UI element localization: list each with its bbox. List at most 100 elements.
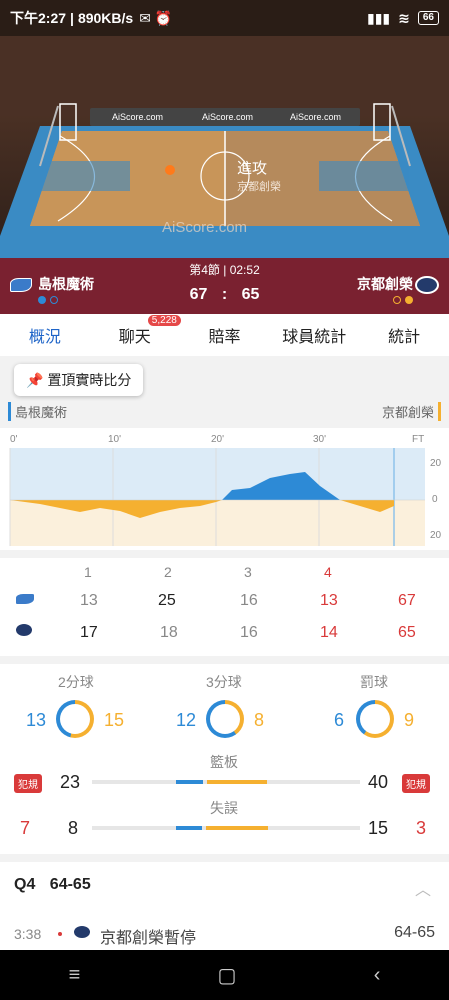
- turnovers-bar-away: [206, 826, 268, 830]
- tab-player-stats[interactable]: 球員統計: [269, 323, 359, 347]
- collapse-icon[interactable]: ︿: [415, 876, 431, 900]
- three-pt-ring: [206, 700, 244, 738]
- back-icon[interactable]: ‹: [374, 964, 381, 987]
- rebounds-home: 23: [60, 772, 81, 792]
- event-dot: [58, 932, 62, 936]
- momentum-chart: 0' 10' 20' 30' FT 20 0 20: [0, 428, 449, 550]
- away-logo-small: [16, 624, 32, 636]
- court-watermark: AiScore.com: [162, 219, 247, 236]
- tick-ft: FT: [412, 434, 424, 445]
- home-icon[interactable]: ▢: [218, 963, 237, 988]
- banner-2: AiScore.com: [202, 112, 253, 122]
- two-pt-away: 15: [104, 710, 125, 730]
- y-label-mid: 0: [432, 494, 438, 505]
- home-total: 67: [398, 592, 416, 609]
- home-foul-badge: 犯規: [14, 774, 42, 793]
- q-header-1: 1: [84, 564, 92, 580]
- rebounds-bar-away: [207, 780, 267, 784]
- pin-live-score-button[interactable]: 📌 置頂實時比分: [14, 364, 144, 396]
- away-foul-badge: 犯規: [402, 774, 430, 793]
- status-time: 下午2:27: [10, 10, 67, 26]
- system-nav-bar: ≡ ▢ ‹: [0, 950, 449, 1000]
- notification-icon: ✉ ⏰: [139, 9, 173, 26]
- y-label-top: 20: [430, 458, 442, 469]
- rebounds-bar-home: [176, 780, 203, 784]
- turnovers-away: 15: [368, 818, 389, 838]
- quarter-label: Q4: [14, 876, 36, 893]
- tab-bar: 概況 聊天 5,228 賠率 球員統計 統計: [0, 314, 449, 359]
- away-q1: 17: [80, 624, 98, 641]
- tick-30: 30': [313, 434, 326, 445]
- away-score: 65: [241, 286, 260, 303]
- banner-3: AiScore.com: [290, 112, 341, 122]
- turnovers-home: 8: [68, 818, 79, 838]
- tab-overview[interactable]: 概況: [0, 323, 90, 359]
- signal-icon: ▮▮▮: [367, 9, 391, 26]
- away-q3: 16: [240, 624, 258, 641]
- wifi-icon: ≋: [398, 9, 410, 26]
- home-fouls-count: 7: [20, 818, 31, 838]
- quarter-score: 64-65: [49, 876, 91, 893]
- tab-odds[interactable]: 賠率: [180, 323, 270, 347]
- two-pt-home: 13: [26, 710, 47, 730]
- chat-count-badge: 5,228: [147, 315, 181, 326]
- home-q1: 13: [80, 592, 98, 609]
- pin-icon: 📌: [26, 371, 44, 388]
- two-pt-ring: [56, 700, 94, 738]
- tick-10: 10': [108, 434, 121, 445]
- free-throw-label: 罰球: [360, 674, 388, 690]
- away-q2: 18: [160, 624, 178, 641]
- quarter-header[interactable]: Q4 64-65: [14, 876, 91, 894]
- home-legend: 島根魔術: [8, 402, 67, 421]
- court-graphic: AiScore.com AiScore.com AiScore.com AiSc…: [0, 36, 449, 258]
- tick-0: 0': [10, 434, 18, 445]
- score-separator: :: [221, 286, 228, 303]
- team-legend: 島根魔術 京都創榮: [0, 402, 449, 424]
- away-team-name: 京都創榮: [357, 276, 413, 292]
- home-q4: 13: [320, 592, 338, 609]
- rebounds-label: 籃板: [210, 754, 238, 770]
- menu-icon[interactable]: ≡: [69, 964, 81, 987]
- tab-chat-label: 聊天: [118, 329, 151, 346]
- free-throw-ring: [356, 700, 394, 738]
- quarter-scores: 1 2 3 4 13 25 16 13 67 17 18 16 14 65: [0, 558, 449, 656]
- home-score: 67: [189, 286, 208, 303]
- momentum-svg: 0' 10' 20' 30' FT 20 0 20: [9, 434, 442, 546]
- turnovers-bar-home: [176, 826, 202, 830]
- tick-20: 20': [211, 434, 224, 445]
- pin-row: 📌 置頂實時比分: [0, 356, 449, 402]
- turnovers-label: 失誤: [210, 800, 238, 816]
- timeout-dot: [393, 296, 401, 304]
- event-time: 3:38: [14, 926, 42, 942]
- status-bar: 下午2:27 | 890KB/s ✉ ⏰ ▮▮▮ ≋ 66: [0, 0, 449, 36]
- free-throw-home: 6: [334, 710, 345, 730]
- three-pt-away: 8: [254, 710, 265, 730]
- away-team-logo: [415, 276, 439, 294]
- network-speed: 890KB/s: [77, 10, 134, 26]
- free-throw-away: 9: [404, 710, 415, 730]
- home-logo-small: [16, 594, 34, 604]
- home-q3: 16: [240, 592, 258, 609]
- status-separator: |: [70, 10, 74, 26]
- tab-stats[interactable]: 統計: [359, 323, 449, 347]
- event-text: 京都創榮暫停: [100, 930, 197, 947]
- scoreboard: 島根魔術 第4節 | 02:52 67 : 65 京都創榮: [0, 258, 449, 314]
- timeout-dot: [405, 296, 413, 304]
- event-list: Q4 64-65 ︿ 3:38 京都創榮暫停 64-65: [0, 862, 449, 950]
- away-timeouts: [393, 296, 413, 304]
- away-q4: 14: [320, 624, 338, 641]
- away-legend: 京都創榮: [382, 402, 441, 421]
- status-right: ▮▮▮ ≋ 66: [367, 10, 439, 27]
- possession-team: 京都創榮: [237, 181, 281, 193]
- possession-indicator: 進攻 京都創榮: [237, 157, 281, 194]
- team-stats: 2分球 3分球 罰球 13 15 12 8 6 9 籃板 犯規 23 40 犯規…: [0, 664, 449, 854]
- q-header-3: 3: [244, 564, 252, 580]
- tab-chat[interactable]: 聊天 5,228: [90, 315, 181, 347]
- away-total: 65: [398, 624, 416, 641]
- event-score: 64-65: [394, 924, 435, 941]
- court-view: AiScore.com AiScore.com AiScore.com AiSc…: [0, 36, 449, 258]
- y-label-bottom: 20: [430, 530, 442, 541]
- pin-label: 置頂實時比分: [47, 372, 132, 388]
- q-header-2: 2: [164, 564, 172, 580]
- battery-icon: 66: [417, 11, 439, 25]
